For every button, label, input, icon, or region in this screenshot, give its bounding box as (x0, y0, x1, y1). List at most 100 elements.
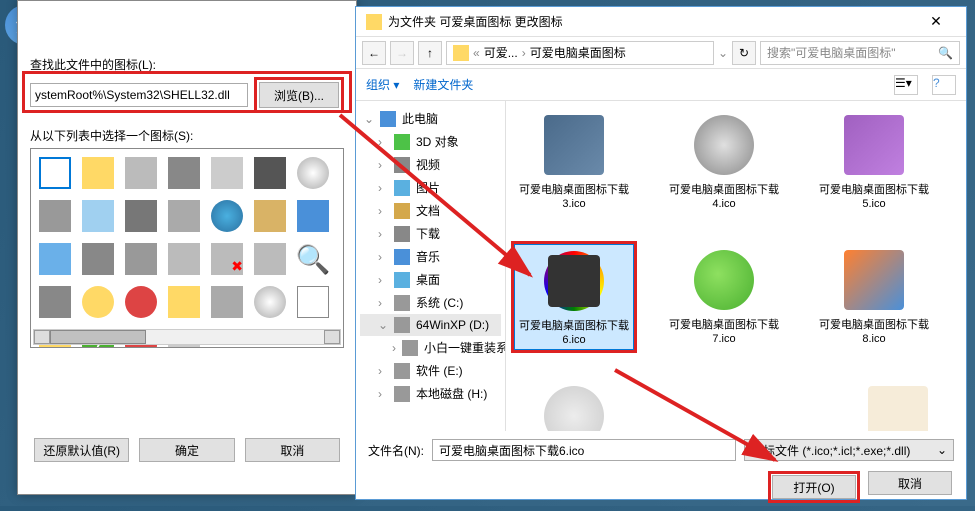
file-item-3[interactable]: 可爱电脑桌面图标下载3.ico (514, 109, 634, 214)
scroll-left-button[interactable] (34, 330, 50, 344)
file-thumb-icon (694, 250, 754, 310)
path-label: 查找此文件中的图标(L): (30, 56, 344, 73)
folder-tree[interactable]: ⌄此电脑 ›3D 对象 ›视频 ›图片 ›文档 ›下载 ›音乐 ›桌面 ›系统 … (356, 101, 506, 431)
sys-icon-net[interactable] (125, 200, 157, 232)
sys-icon-cd[interactable] (297, 157, 329, 189)
tree-drive-d[interactable]: ⌄64WinXP (D:) (360, 314, 501, 336)
tree-3d-objects[interactable]: ›3D 对象 (360, 130, 501, 153)
dropdown-icon[interactable]: ⌄ (718, 46, 728, 60)
file-item-5[interactable]: 可爱电脑桌面图标下载5.ico (814, 109, 934, 214)
file-item-partial[interactable] (514, 380, 634, 431)
ok-button[interactable]: 确定 (139, 438, 234, 462)
cancel-button[interactable]: 取消 (868, 471, 952, 495)
sys-icon-trash[interactable] (39, 200, 71, 232)
help-button[interactable]: ? (932, 75, 956, 95)
filetype-dropdown[interactable]: 图标文件 (*.ico;*.icl;*.exe;*.dll) ⌄ (744, 439, 954, 461)
disk-icon (394, 363, 410, 379)
sys-icon-search[interactable]: 🔍 (297, 243, 329, 275)
tree-documents[interactable]: ›文档 (360, 199, 501, 222)
sys-icon-folder2[interactable] (168, 286, 200, 318)
address-bar[interactable]: « 可爱... › 可爱电脑桌面图标 (446, 41, 714, 65)
tree-this-pc[interactable]: ⌄此电脑 (360, 107, 501, 130)
file-list[interactable]: 可爱电脑桌面图标下载3.ico 可爱电脑桌面图标下载4.ico 可爱电脑桌面图标… (506, 101, 966, 431)
tree-drive-h[interactable]: ›本地磁盘 (H:) (360, 382, 501, 405)
desktop-icon (394, 272, 410, 288)
new-folder-button[interactable]: 新建文件夹 (413, 76, 473, 93)
scroll-thumb[interactable] (50, 330, 146, 344)
sys-icon-gear[interactable] (82, 286, 114, 318)
browse-button[interactable]: 浏览(B)... (259, 82, 339, 108)
tree-downloads[interactable]: ›下载 (360, 222, 501, 245)
file-name: 可爱电脑桌面图标下载6.ico (515, 317, 633, 350)
cancel-button[interactable]: 取消 (245, 438, 340, 462)
sys-icon-monitor[interactable] (297, 200, 329, 232)
sys-icon-tree[interactable] (297, 286, 329, 318)
file-thumb-icon (544, 386, 604, 431)
sys-icon-window[interactable] (39, 243, 71, 275)
file-thumb-icon (868, 386, 928, 431)
tree-music[interactable]: ›音乐 (360, 245, 501, 268)
refresh-button[interactable]: ↻ (732, 41, 756, 65)
chevron-down-icon: ⌄ (937, 443, 947, 457)
search-placeholder: 搜索"可爱电脑桌面图标" (767, 44, 896, 61)
file-name: 可爱电脑桌面图标下载4.ico (664, 181, 784, 214)
toolbar: 组织 ▾ 新建文件夹 ☰▾ ? (356, 69, 966, 101)
breadcrumb-2[interactable]: 可爱电脑桌面图标 (530, 44, 626, 61)
tree-xiaobai[interactable]: ›小白一键重装系统 (360, 336, 501, 359)
sys-icon-netdrive[interactable] (254, 243, 286, 275)
restore-defaults-button[interactable]: 还原默认值(R) (34, 438, 129, 462)
sys-icon-shutdown[interactable] (125, 286, 157, 318)
chevron-right-icon: › (522, 46, 526, 60)
sys-icon-floppy[interactable] (254, 157, 286, 189)
tree-drive-e[interactable]: ›软件 (E:) (360, 359, 501, 382)
file-item-7[interactable]: 可爱电脑桌面图标下载7.ico (664, 244, 784, 351)
file-thumb-icon (694, 115, 754, 175)
icon-path-input[interactable] (30, 83, 248, 107)
sys-icon-hdd-x[interactable]: ✖ (211, 243, 243, 275)
tree-desktop[interactable]: ›桌面 (360, 268, 501, 291)
back-button[interactable]: ← (362, 41, 386, 65)
scroll-right-button[interactable] (324, 330, 340, 344)
sys-icon-globe[interactable] (211, 200, 243, 232)
sys-icon-file[interactable] (82, 200, 114, 232)
horizontal-scrollbar[interactable] (33, 329, 341, 345)
sys-icon-chip[interactable] (168, 157, 200, 189)
sys-icon-scanner[interactable] (211, 286, 243, 318)
sys-icon-run[interactable] (39, 286, 71, 318)
sys-icon-drive[interactable] (125, 157, 157, 189)
view-button[interactable]: ☰▾ (894, 75, 918, 95)
sys-icon-cd2[interactable] (254, 286, 286, 318)
sys-icon-disk[interactable] (211, 157, 243, 189)
sys-icon-printer[interactable] (82, 243, 114, 275)
disk-icon (402, 340, 418, 356)
file-item-partial2[interactable] (838, 380, 958, 431)
sys-icon-trashfull[interactable] (125, 243, 157, 275)
sys-icon-cdrom[interactable] (168, 200, 200, 232)
sys-icon-folder[interactable] (82, 157, 114, 189)
file-item-6[interactable]: 可爱电脑桌面图标下载6.ico (514, 244, 634, 351)
file-thumb-icon (544, 115, 604, 175)
tree-pictures[interactable]: ›图片 (360, 176, 501, 199)
icon-grid[interactable]: ✖ 🔍 ? (30, 148, 344, 348)
sys-icon-hdd[interactable] (168, 243, 200, 275)
search-input[interactable]: 搜索"可爱电脑桌面图标" 🔍 (760, 41, 960, 65)
sys-icon-blank[interactable] (39, 157, 71, 189)
file-item-4[interactable]: 可爱电脑桌面图标下载4.ico (664, 109, 784, 214)
filename-label: 文件名(N): (368, 442, 424, 459)
breadcrumb-1[interactable]: 可爱... (484, 44, 518, 61)
tree-drive-c[interactable]: ›系统 (C:) (360, 291, 501, 314)
sys-icon-netfolder[interactable] (254, 200, 286, 232)
file-open-dialog: 为文件夹 可爱桌面图标 更改图标 ✕ ← → ↑ « 可爱... › 可爱电脑桌… (355, 6, 967, 500)
close-button[interactable]: ✕ (916, 13, 956, 30)
organize-button[interactable]: 组织 ▾ (366, 76, 399, 93)
up-button[interactable]: ↑ (418, 41, 442, 65)
cube-icon (394, 134, 410, 150)
file-thumb-icon (544, 251, 604, 311)
downloads-icon (394, 226, 410, 242)
open-button[interactable]: 打开(O) (772, 475, 856, 499)
folder-icon (366, 14, 382, 30)
filename-input[interactable] (432, 439, 736, 461)
forward-button[interactable]: → (390, 41, 414, 65)
file-item-8[interactable]: 可爱电脑桌面图标下载8.ico (814, 244, 934, 351)
tree-videos[interactable]: ›视频 (360, 153, 501, 176)
